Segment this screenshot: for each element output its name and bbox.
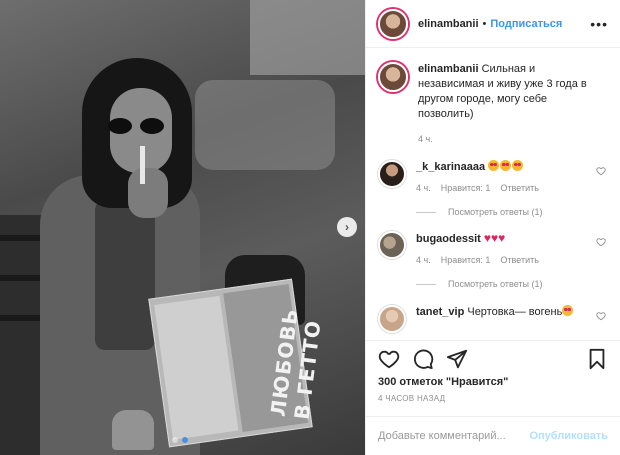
like-comment-heart-icon[interactable] bbox=[596, 311, 606, 321]
comments-list[interactable]: elinambanii Сильная и независимая и живу… bbox=[366, 48, 620, 338]
author-username[interactable]: elinambanii bbox=[418, 18, 479, 30]
reply-button[interactable]: Ответить bbox=[500, 255, 538, 265]
publish-button[interactable]: Опубликовать bbox=[529, 430, 608, 442]
magazine: ЛЮБОВЬ В ГЕТТО bbox=[148, 278, 326, 448]
post-timestamp: 4 часов назад bbox=[378, 394, 446, 403]
comment-time: 4 ч. bbox=[416, 183, 431, 193]
caption: elinambanii Сильная и независимая и живу… bbox=[378, 62, 608, 144]
background-building bbox=[250, 0, 365, 75]
red-heart-icon: ♥ bbox=[498, 231, 506, 245]
view-replies-label: Посмотреть ответы (1) bbox=[448, 207, 543, 217]
heart-eyes-icon bbox=[512, 160, 524, 171]
replies-line bbox=[416, 283, 436, 285]
action-bar bbox=[366, 340, 620, 376]
cigarette bbox=[140, 146, 145, 184]
header-separator: • bbox=[482, 17, 487, 30]
comment-username[interactable]: tanet_vip bbox=[416, 306, 464, 318]
comment-likes[interactable]: Нравится: 1 bbox=[441, 183, 491, 193]
commenter-avatar[interactable] bbox=[378, 231, 406, 259]
likes-count[interactable]: 300 отметок "Нравится" bbox=[378, 376, 508, 388]
comment-item: _k_karinaaaa 4 ч. Нравится: 1 Ответить bbox=[378, 160, 608, 193]
follow-button[interactable]: Подписаться bbox=[490, 18, 562, 30]
comment-composer: Опубликовать bbox=[366, 416, 620, 455]
replies-line bbox=[416, 211, 436, 213]
comment-item: tanet_vip Чертовка— вогень bbox=[378, 305, 608, 333]
share-paper-plane-icon[interactable] bbox=[446, 348, 468, 370]
view-replies-button[interactable]: Посмотреть ответы (1) bbox=[416, 279, 608, 289]
comment-username[interactable]: bugaodessit bbox=[416, 233, 481, 245]
carousel-next-button[interactable]: › bbox=[337, 217, 357, 237]
commenter-avatar[interactable] bbox=[378, 160, 406, 188]
caption-avatar[interactable] bbox=[378, 62, 408, 92]
view-replies-label: Посмотреть ответы (1) bbox=[448, 279, 543, 289]
post-sidebar: elinambanii • Подписаться ••• elinambani… bbox=[365, 0, 620, 455]
comment-likes[interactable]: Нравится: 1 bbox=[441, 255, 491, 265]
post-photo[interactable]: ЛЮБОВЬ В ГЕТТО bbox=[0, 0, 365, 455]
author-avatar[interactable] bbox=[378, 8, 408, 39]
caption-username[interactable]: elinambanii bbox=[418, 63, 479, 75]
like-comment-heart-icon[interactable] bbox=[596, 166, 606, 176]
post-header: elinambanii • Подписаться ••• bbox=[366, 0, 620, 48]
comment-time: 4 ч. bbox=[416, 255, 431, 265]
comment-bubble-icon[interactable] bbox=[412, 348, 434, 370]
hand bbox=[128, 168, 168, 218]
carousel-dot-active bbox=[182, 437, 188, 443]
caption-time: 4 ч. bbox=[418, 134, 433, 144]
save-bookmark-icon[interactable] bbox=[586, 348, 608, 370]
heart-eyes-icon bbox=[562, 305, 574, 316]
heart-eyes-icon bbox=[500, 160, 512, 171]
comment-username[interactable]: _k_karinaaaa bbox=[416, 161, 485, 173]
heart-eyes-icon bbox=[488, 160, 500, 171]
like-comment-heart-icon[interactable] bbox=[596, 237, 606, 247]
shirt bbox=[95, 200, 155, 350]
comment-text: Чертовка— вогень bbox=[467, 306, 563, 318]
carousel-dot bbox=[172, 437, 178, 443]
more-options-icon[interactable]: ••• bbox=[590, 16, 608, 32]
comment-input[interactable] bbox=[378, 430, 530, 442]
red-heart-icon: ♥ bbox=[483, 231, 491, 245]
like-heart-icon[interactable] bbox=[378, 348, 400, 370]
reply-button[interactable]: Ответить bbox=[500, 183, 538, 193]
background-car bbox=[195, 80, 335, 170]
commenter-avatar[interactable] bbox=[378, 305, 406, 333]
drink-cup bbox=[112, 410, 154, 450]
carousel-dots bbox=[172, 437, 188, 443]
comment-item: bugaodessit ♥♥♥ 4 ч. Нравится: 1 Ответит… bbox=[378, 231, 608, 265]
view-replies-button[interactable]: Посмотреть ответы (1) bbox=[416, 207, 608, 217]
sunglasses bbox=[108, 118, 166, 134]
